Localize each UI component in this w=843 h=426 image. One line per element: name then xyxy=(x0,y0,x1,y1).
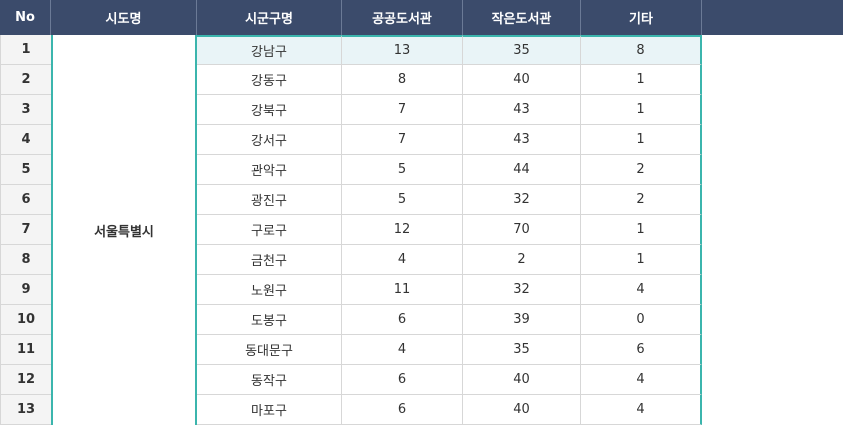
small-library-cell: 39 xyxy=(463,305,581,335)
sigungu-cell: 강서구 xyxy=(197,125,342,155)
sigungu-cell: 광진구 xyxy=(197,185,342,215)
other-cell: 1 xyxy=(581,65,702,95)
row-number: 6 xyxy=(0,185,51,215)
empty-cell xyxy=(702,395,843,425)
small-library-cell: 43 xyxy=(463,125,581,155)
small-library-cell: 32 xyxy=(463,185,581,215)
row-number: 8 xyxy=(0,245,51,275)
row-number: 9 xyxy=(0,275,51,305)
sigungu-cell: 동대문구 xyxy=(197,335,342,365)
row-number: 3 xyxy=(0,95,51,125)
public-library-cell: 11 xyxy=(342,275,463,305)
small-library-cell: 35 xyxy=(463,35,581,65)
sido-cell: 서울특별시 xyxy=(51,35,197,425)
public-library-cell: 13 xyxy=(342,35,463,65)
empty-cell xyxy=(702,215,843,245)
empty-cell xyxy=(702,125,843,155)
other-cell: 1 xyxy=(581,245,702,275)
small-library-cell: 40 xyxy=(463,395,581,425)
public-library-cell: 5 xyxy=(342,155,463,185)
small-library-cell: 40 xyxy=(463,365,581,395)
row-number: 12 xyxy=(0,365,51,395)
empty-cell xyxy=(702,35,843,65)
other-cell: 4 xyxy=(581,395,702,425)
empty-cell xyxy=(702,365,843,395)
public-library-cell: 12 xyxy=(342,215,463,245)
other-cell: 8 xyxy=(581,35,702,65)
small-library-cell: 43 xyxy=(463,95,581,125)
sigungu-cell: 강동구 xyxy=(197,65,342,95)
small-library-cell: 40 xyxy=(463,65,581,95)
empty-cell xyxy=(702,305,843,335)
public-library-cell: 6 xyxy=(342,365,463,395)
other-cell: 4 xyxy=(581,365,702,395)
empty-cell xyxy=(702,275,843,305)
empty-cell xyxy=(702,95,843,125)
small-library-cell: 35 xyxy=(463,335,581,365)
row-number: 1 xyxy=(0,35,51,65)
other-cell: 1 xyxy=(581,215,702,245)
header-other: 기타 xyxy=(581,0,702,35)
small-library-cell: 2 xyxy=(463,245,581,275)
header-blank xyxy=(702,0,843,35)
empty-cell xyxy=(702,245,843,275)
small-library-cell: 70 xyxy=(463,215,581,245)
row-number: 4 xyxy=(0,125,51,155)
row-number: 5 xyxy=(0,155,51,185)
sigungu-cell: 강북구 xyxy=(197,95,342,125)
header-public-library: 공공도서관 xyxy=(342,0,463,35)
sigungu-cell: 관악구 xyxy=(197,155,342,185)
public-library-cell: 7 xyxy=(342,125,463,155)
public-library-cell: 4 xyxy=(342,335,463,365)
row-number: 2 xyxy=(0,65,51,95)
public-library-cell: 4 xyxy=(342,245,463,275)
empty-cell xyxy=(702,65,843,95)
header-no: No xyxy=(0,0,51,35)
sigungu-cell: 금천구 xyxy=(197,245,342,275)
sigungu-cell: 동작구 xyxy=(197,365,342,395)
other-cell: 6 xyxy=(581,335,702,365)
other-cell: 1 xyxy=(581,125,702,155)
empty-cell xyxy=(702,335,843,365)
other-cell: 1 xyxy=(581,95,702,125)
header-sido: 시도명 xyxy=(51,0,197,35)
empty-cell xyxy=(702,185,843,215)
public-library-cell: 6 xyxy=(342,395,463,425)
sigungu-cell: 노원구 xyxy=(197,275,342,305)
public-library-cell: 6 xyxy=(342,305,463,335)
small-library-cell: 44 xyxy=(463,155,581,185)
other-cell: 2 xyxy=(581,185,702,215)
small-library-cell: 32 xyxy=(463,275,581,305)
sigungu-cell: 구로구 xyxy=(197,215,342,245)
library-table: No 시도명 시군구명 공공도서관 작은도서관 기타 서울특별시 1 강남구 13 3… xyxy=(0,0,843,426)
other-cell: 0 xyxy=(581,305,702,335)
sigungu-cell: 마포구 xyxy=(197,395,342,425)
row-number: 13 xyxy=(0,395,51,425)
empty-cell xyxy=(702,155,843,185)
sigungu-cell: 강남구 xyxy=(197,35,342,65)
other-cell: 4 xyxy=(581,275,702,305)
row-number: 11 xyxy=(0,335,51,365)
row-number: 7 xyxy=(0,215,51,245)
sigungu-cell: 도봉구 xyxy=(197,305,342,335)
public-library-cell: 5 xyxy=(342,185,463,215)
header-small-library: 작은도서관 xyxy=(463,0,581,35)
public-library-cell: 8 xyxy=(342,65,463,95)
other-cell: 2 xyxy=(581,155,702,185)
row-number: 10 xyxy=(0,305,51,335)
public-library-cell: 7 xyxy=(342,95,463,125)
header-sigungu: 시군구명 xyxy=(197,0,342,35)
